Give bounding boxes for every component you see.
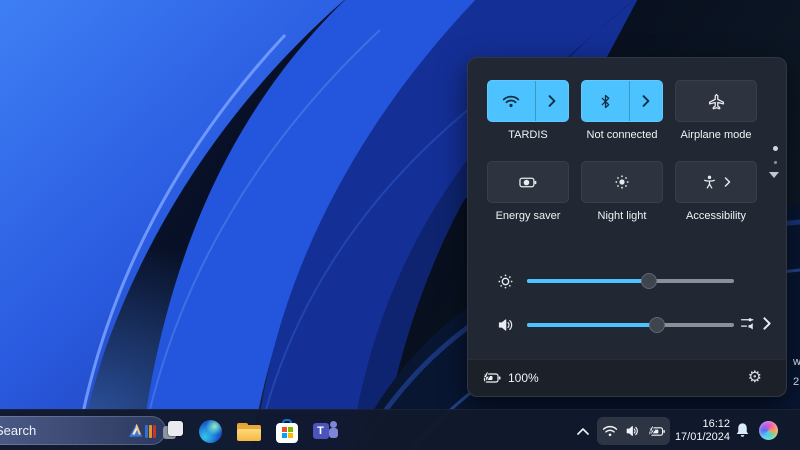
desktop-text-fragment-top: w — [793, 357, 800, 368]
quick-settings-tiles: TARDIS Not connected — [487, 80, 757, 222]
tray-wifi-icon — [602, 425, 618, 437]
task-view-button[interactable] — [160, 418, 186, 444]
brightness-slider-fill — [527, 279, 649, 283]
bluetooth-tile[interactable] — [581, 80, 663, 122]
taskbar: Search — [0, 409, 800, 450]
brightness-row — [468, 269, 786, 293]
file-explorer-button[interactable] — [236, 418, 262, 444]
airplane-tile-wrap: Airplane mode — [675, 80, 757, 141]
volume-slider[interactable] — [527, 323, 734, 327]
energy-saver-tile[interactable] — [487, 161, 569, 203]
brightness-slider[interactable] — [527, 279, 734, 283]
edge-icon — [199, 420, 222, 443]
quick-settings-panel: TARDIS Not connected — [467, 57, 787, 397]
clock-date: 17/01/2024 — [655, 431, 730, 444]
bell-icon — [734, 422, 751, 439]
airplane-tile-label: Airplane mode — [681, 129, 752, 141]
night-light-icon — [614, 174, 630, 190]
wifi-icon — [488, 81, 535, 121]
quick-settings-footer: 100% ⚙ — [468, 359, 786, 396]
settings-gear-button[interactable]: ⚙ — [748, 370, 762, 386]
battery-status-button[interactable]: 100% — [481, 371, 539, 385]
wifi-expand-chevron[interactable] — [536, 81, 568, 121]
desktop-text-fragment-bottom: 2 — [793, 377, 799, 388]
desktop-screen: w 2 TARDIS — [0, 0, 800, 450]
tray-volume-icon — [625, 424, 640, 438]
teams-icon: T — [313, 419, 338, 443]
energy-saver-icon — [518, 175, 538, 190]
copilot-button[interactable] — [759, 421, 778, 440]
clock-time: 16:12 — [655, 418, 730, 431]
airplane-mode-tile[interactable] — [675, 80, 757, 122]
bluetooth-icon — [582, 81, 629, 121]
microsoft-store-icon — [276, 419, 298, 444]
wifi-tile-label: TARDIS — [508, 129, 548, 141]
search-box-label: Search — [0, 423, 128, 438]
accessibility-tile[interactable] — [675, 161, 757, 203]
volume-slider-fill — [527, 323, 657, 327]
search-highlight-books-icon — [145, 425, 156, 438]
volume-row — [468, 313, 786, 337]
clock-and-date[interactable]: 16:12 17/01/2024 — [655, 418, 730, 444]
pager-scroll-down-arrow[interactable] — [769, 172, 779, 178]
teams-button[interactable]: T — [312, 418, 338, 444]
night-light-tile[interactable] — [581, 161, 663, 203]
search-highlights-icon — [128, 423, 156, 438]
audio-output-select-button[interactable] — [740, 315, 757, 332]
pager-dot-current[interactable] — [773, 146, 778, 151]
wifi-tile[interactable] — [487, 80, 569, 122]
file-explorer-icon — [237, 423, 261, 442]
tray-overflow-chevron-button[interactable] — [574, 422, 592, 440]
battery-percent-label: 100% — [508, 371, 539, 385]
energy-saver-tile-label: Energy saver — [496, 210, 561, 222]
airplane-icon — [708, 93, 725, 110]
volume-slider-thumb[interactable] — [649, 317, 665, 333]
accessibility-tile-label: Accessibility — [686, 210, 746, 222]
bluetooth-tile-label: Not connected — [587, 129, 658, 141]
bluetooth-expand-chevron[interactable] — [630, 81, 662, 121]
microsoft-store-button[interactable] — [274, 418, 300, 444]
brightness-slider-thumb[interactable] — [641, 273, 657, 289]
accessibility-expand-chevron[interactable] — [724, 177, 731, 187]
edge-browser-button[interactable] — [197, 418, 223, 444]
brightness-icon — [497, 273, 514, 290]
pager-dot-next[interactable] — [774, 161, 777, 164]
wifi-tile-wrap: TARDIS — [487, 80, 569, 141]
notifications-bell-button[interactable] — [734, 422, 751, 439]
night-light-tile-wrap: Night light — [581, 161, 663, 222]
volume-icon — [497, 317, 514, 333]
accessibility-tile-wrap: Accessibility — [675, 161, 757, 222]
battery-charging-icon — [481, 371, 502, 385]
energy-saver-tile-wrap: Energy saver — [487, 161, 569, 222]
bluetooth-tile-wrap: Not connected — [581, 80, 663, 141]
search-highlight-art-icon — [128, 423, 143, 438]
chevron-up-icon — [577, 428, 589, 435]
search-box[interactable]: Search — [0, 416, 166, 445]
accessibility-icon — [702, 174, 717, 190]
night-light-tile-label: Night light — [598, 210, 647, 222]
volume-expand-chevron[interactable] — [763, 317, 771, 330]
